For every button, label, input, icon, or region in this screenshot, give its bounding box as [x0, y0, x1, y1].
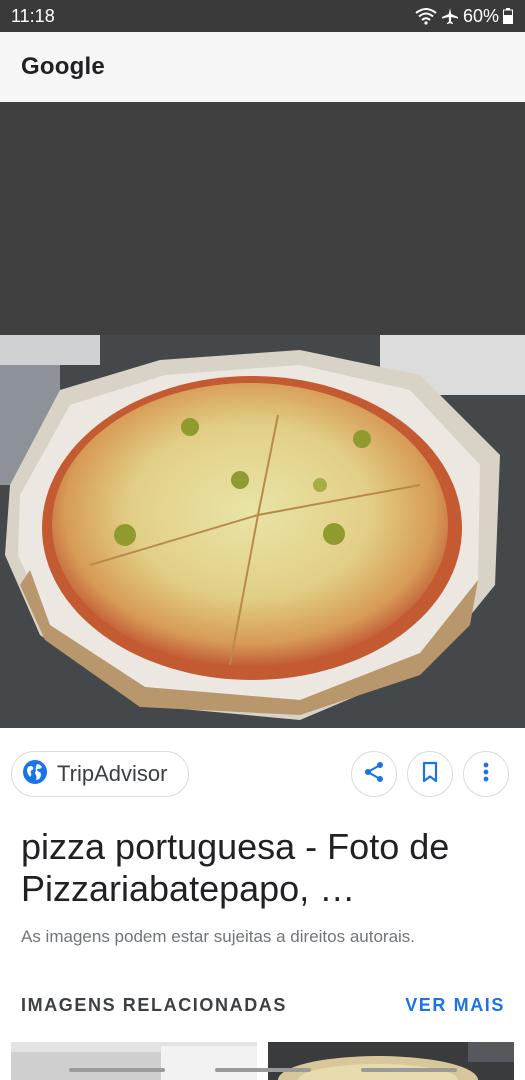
image-viewer-background	[0, 102, 525, 335]
more-vert-icon	[482, 761, 490, 788]
result-title[interactable]: pizza portuguesa - Foto de Pizzariabatep…	[21, 826, 501, 910]
source-name: TripAdvisor	[57, 761, 168, 786]
nav-home-handle[interactable]	[214, 1068, 311, 1072]
share-icon	[363, 761, 385, 788]
app-bar: Google	[0, 32, 525, 102]
status-time: 11:18	[11, 5, 55, 26]
related-images-title: IMAGENS RELACIONADAS	[21, 995, 288, 1015]
globe-icon	[22, 759, 48, 790]
wifi-icon	[415, 7, 437, 25]
status-icons: 60%	[415, 6, 513, 27]
nav-recents-handle[interactable]	[68, 1068, 165, 1072]
system-navigation-bar	[0, 1060, 525, 1080]
copyright-notice: As imagens podem estar sujeitas a direit…	[21, 927, 416, 946]
related-images-header: IMAGENS RELACIONADAS VER MAIS	[21, 995, 505, 1016]
source-chip[interactable]: TripAdvisor	[11, 751, 189, 797]
bookmark-icon	[421, 761, 439, 788]
more-options-button[interactable]	[463, 751, 509, 797]
app-title: Google	[21, 53, 105, 80]
save-button[interactable]	[407, 751, 453, 797]
airplane-mode-icon	[441, 7, 459, 25]
see-more-link[interactable]: VER MAIS	[405, 995, 505, 1016]
result-image[interactable]	[0, 335, 525, 728]
status-bar: 11:18 60%	[0, 0, 525, 32]
battery-icon	[503, 8, 513, 24]
share-button[interactable]	[351, 751, 397, 797]
nav-back-handle[interactable]	[360, 1068, 457, 1072]
battery-level: 60%	[462, 5, 499, 26]
